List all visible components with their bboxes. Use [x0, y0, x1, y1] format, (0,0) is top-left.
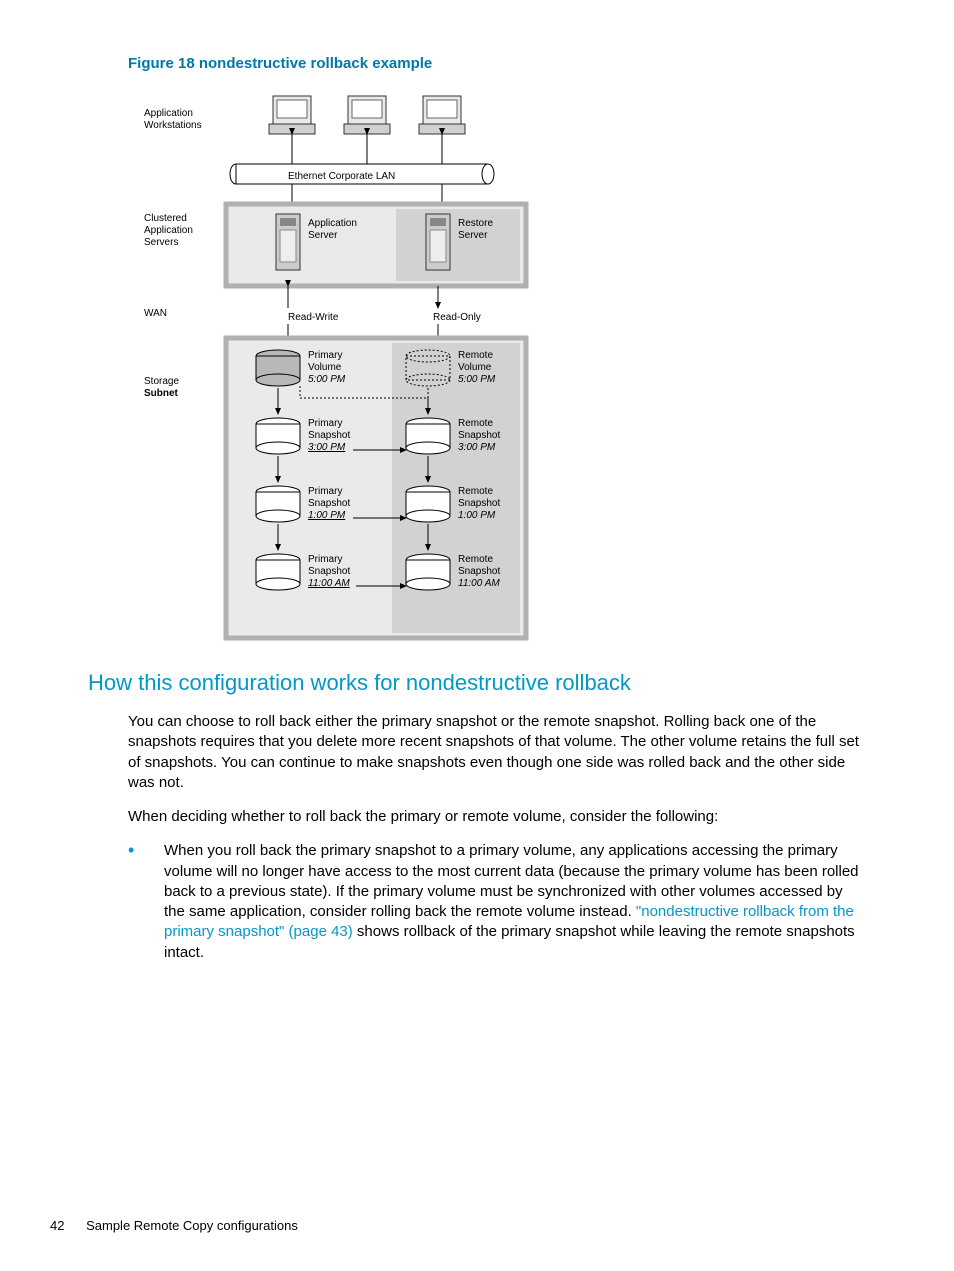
label-restore-2: Server — [458, 230, 488, 241]
label-read-write: Read-Write — [288, 312, 339, 323]
label-pv2: Volume — [308, 362, 342, 373]
label-ps1a: Primary — [308, 418, 342, 429]
cylinder-remote-snapshot-2 — [406, 486, 450, 522]
page-number: 42 — [50, 1218, 64, 1233]
label-clustered-1: Clustered — [144, 213, 187, 224]
label-rs1a: Remote — [458, 418, 493, 429]
label-clustered-3: Servers — [144, 237, 178, 248]
label-read-only: Read-Only — [433, 312, 481, 323]
label-app-server-1: Application — [308, 218, 357, 229]
workstation-icon — [269, 96, 315, 134]
label-storage: Storage — [144, 376, 179, 387]
label-rs1b: Snapshot — [458, 430, 500, 441]
label-ps3t: 11:00 AM — [308, 578, 350, 589]
cylinder-remote-snapshot-3 — [406, 554, 450, 590]
server-icon — [276, 214, 300, 270]
label-rs2t: 1:00 PM — [458, 510, 496, 521]
cylinder-remote-snapshot-1 — [406, 418, 450, 454]
label-ps1t: 3:00 PM — [308, 442, 346, 453]
cylinder-primary-snapshot-1 — [256, 418, 300, 454]
label-rs3t: 11:00 AM — [458, 578, 500, 589]
figure-caption: Figure 18 nondestructive rollback exampl… — [128, 55, 866, 72]
body-paragraph-2: When deciding whether to roll back the p… — [128, 807, 866, 827]
label-wan: WAN — [144, 308, 167, 319]
label-rv1: Remote — [458, 350, 493, 361]
label-app-server-2: Server — [308, 230, 338, 241]
label-ps2t: 1:00 PM — [308, 510, 346, 521]
list-item: When you roll back the primary snapshot … — [128, 841, 866, 963]
label-clustered-2: Application — [144, 225, 193, 236]
diagram-nondestructive-rollback: Application Workstations Ethernet Corpor — [128, 86, 866, 646]
label-rv2: Volume — [458, 362, 492, 373]
section-heading: How this configuration works for nondest… — [88, 670, 866, 696]
label-rs2b: Snapshot — [458, 498, 500, 509]
cylinder-primary-snapshot-2 — [256, 486, 300, 522]
page-footer: 42 Sample Remote Copy configurations — [50, 1218, 298, 1233]
label-app-workstations: Application — [144, 108, 193, 119]
cylinder-primary-snapshot-3 — [256, 554, 300, 590]
label-ps3b: Snapshot — [308, 566, 350, 577]
label-rs2a: Remote — [458, 486, 493, 497]
label-ethernet-lan: Ethernet Corporate LAN — [288, 171, 395, 182]
label-rvt: 5:00 PM — [458, 374, 496, 385]
label-ps2b: Snapshot — [308, 498, 350, 509]
workstation-icon — [419, 96, 465, 134]
label-pvt: 5:00 PM — [308, 374, 346, 385]
label-rs3a: Remote — [458, 554, 493, 565]
label-ps2a: Primary — [308, 486, 342, 497]
footer-title: Sample Remote Copy configurations — [86, 1218, 298, 1233]
ethernet-lan-bar: Ethernet Corporate LAN — [230, 164, 494, 184]
label-rs3b: Snapshot — [458, 566, 500, 577]
label-ps3a: Primary — [308, 554, 342, 565]
workstation-icon — [344, 96, 390, 134]
label-ps1b: Snapshot — [308, 430, 350, 441]
label-rs1t: 3:00 PM — [458, 442, 496, 453]
bullet-list: When you roll back the primary snapshot … — [128, 841, 866, 963]
label-app-workstations-2: Workstations — [144, 120, 202, 131]
label-pv1: Primary — [308, 350, 342, 361]
label-subnet: Subnet — [144, 388, 179, 399]
server-icon — [426, 214, 450, 270]
label-restore-1: Restore — [458, 218, 493, 229]
body-paragraph-1: You can choose to roll back either the p… — [128, 712, 866, 793]
cylinder-primary-volume — [256, 350, 300, 386]
